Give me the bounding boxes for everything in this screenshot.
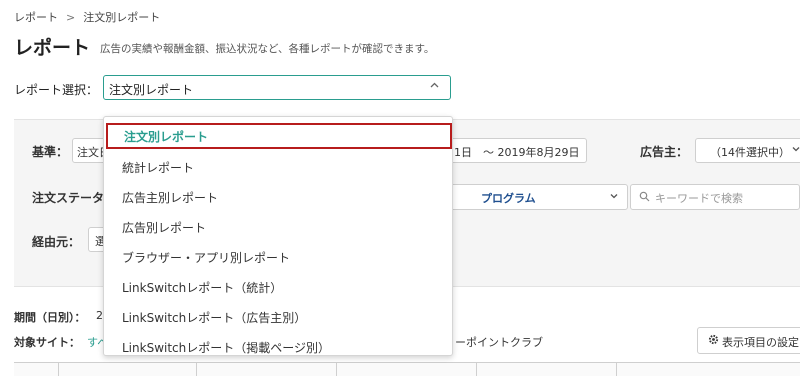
advertiser-label: 広告主： xyxy=(640,145,689,159)
table-divider xyxy=(196,363,197,376)
report-option-label: LinkSwitchレポート（広告主別） xyxy=(122,311,307,325)
report-option-label: LinkSwitchレポート（統計） xyxy=(122,281,283,295)
chevron-down-icon xyxy=(791,144,800,157)
report-option-label: 注文別レポート xyxy=(124,130,209,144)
page-title: レポート xyxy=(14,37,91,59)
report-option-linkswitch-advertiser[interactable]: LinkSwitchレポート（広告主別） xyxy=(104,304,452,330)
report-option-ad[interactable]: 広告別レポート xyxy=(104,214,452,240)
gear-icon xyxy=(708,334,719,348)
table-header xyxy=(14,362,800,376)
basis-label: 基準： xyxy=(32,145,69,159)
table-divider xyxy=(616,363,617,376)
report-option-label: 統計レポート xyxy=(122,161,195,175)
target-site-label: 対象サイト： xyxy=(14,336,80,349)
breadcrumb-current: 注文別レポート xyxy=(83,11,161,24)
chevron-up-icon xyxy=(429,80,440,94)
display-settings-label: 表示項目の設定 xyxy=(722,336,799,349)
report-select-label: レポート選択： xyxy=(14,83,99,97)
table-divider xyxy=(58,363,59,376)
program-select[interactable]: プログラム xyxy=(445,184,628,210)
breadcrumb: レポート > 注文別レポート xyxy=(14,9,160,25)
report-option-browser-app[interactable]: ブラウザー・アプリ別レポート xyxy=(104,244,452,270)
breadcrumb-separator: > xyxy=(66,11,76,24)
via-label: 経由元： xyxy=(32,235,81,249)
report-option-label: LinkSwitchレポート（掲載ページ別） xyxy=(122,341,331,355)
table-divider xyxy=(476,363,477,376)
report-option-advertiser[interactable]: 広告主別レポート xyxy=(104,184,452,210)
report-select[interactable]: 注文別レポート xyxy=(103,75,451,100)
date-range-value: 1日 ～ 2019年8月29日 xyxy=(454,146,580,159)
page-description: 広告の実績や報酬金額、振込状況など、各種レポートが確認できます。 xyxy=(100,43,435,55)
search-icon xyxy=(639,191,650,205)
report-option-statistics[interactable]: 統計レポート xyxy=(104,154,452,180)
report-option-linkswitch-page[interactable]: LinkSwitchレポート（掲載ページ別） xyxy=(104,334,452,360)
display-settings-button[interactable]: 表示項目の設定 xyxy=(697,327,800,354)
period-label: 期間（日別）： xyxy=(14,311,86,324)
report-dropdown-menu: 注文別レポート 統計レポート 広告主別レポート 広告別レポート ブラウザー・アプ… xyxy=(103,116,453,356)
advertiser-select[interactable]: （14件選択中） xyxy=(695,138,800,163)
report-option-order[interactable]: 注文別レポート xyxy=(106,123,452,149)
breadcrumb-link-report[interactable]: レポート xyxy=(14,11,58,24)
site-name: ーポイントクラブ xyxy=(455,336,543,349)
report-select-value: 注文別レポート xyxy=(109,83,194,97)
chevron-down-icon xyxy=(609,191,619,204)
report-option-label: ブラウザー・アプリ別レポート xyxy=(122,251,291,265)
advertiser-value: （14件選択中） xyxy=(710,146,790,159)
report-option-label: 広告主別レポート xyxy=(122,191,219,205)
report-option-linkswitch-stats[interactable]: LinkSwitchレポート（統計） xyxy=(104,274,452,300)
program-value: プログラム xyxy=(481,192,536,205)
keyword-search-input[interactable]: キーワードで検索 xyxy=(630,184,800,210)
period-value: 2 xyxy=(96,309,103,322)
report-option-label: 広告別レポート xyxy=(122,221,207,235)
table-divider xyxy=(336,363,337,376)
keyword-placeholder: キーワードで検索 xyxy=(655,192,743,205)
order-status-label: 注文ステータ xyxy=(32,191,105,205)
date-range-input[interactable]: 1日 ～ 2019年8月29日 xyxy=(445,138,587,163)
